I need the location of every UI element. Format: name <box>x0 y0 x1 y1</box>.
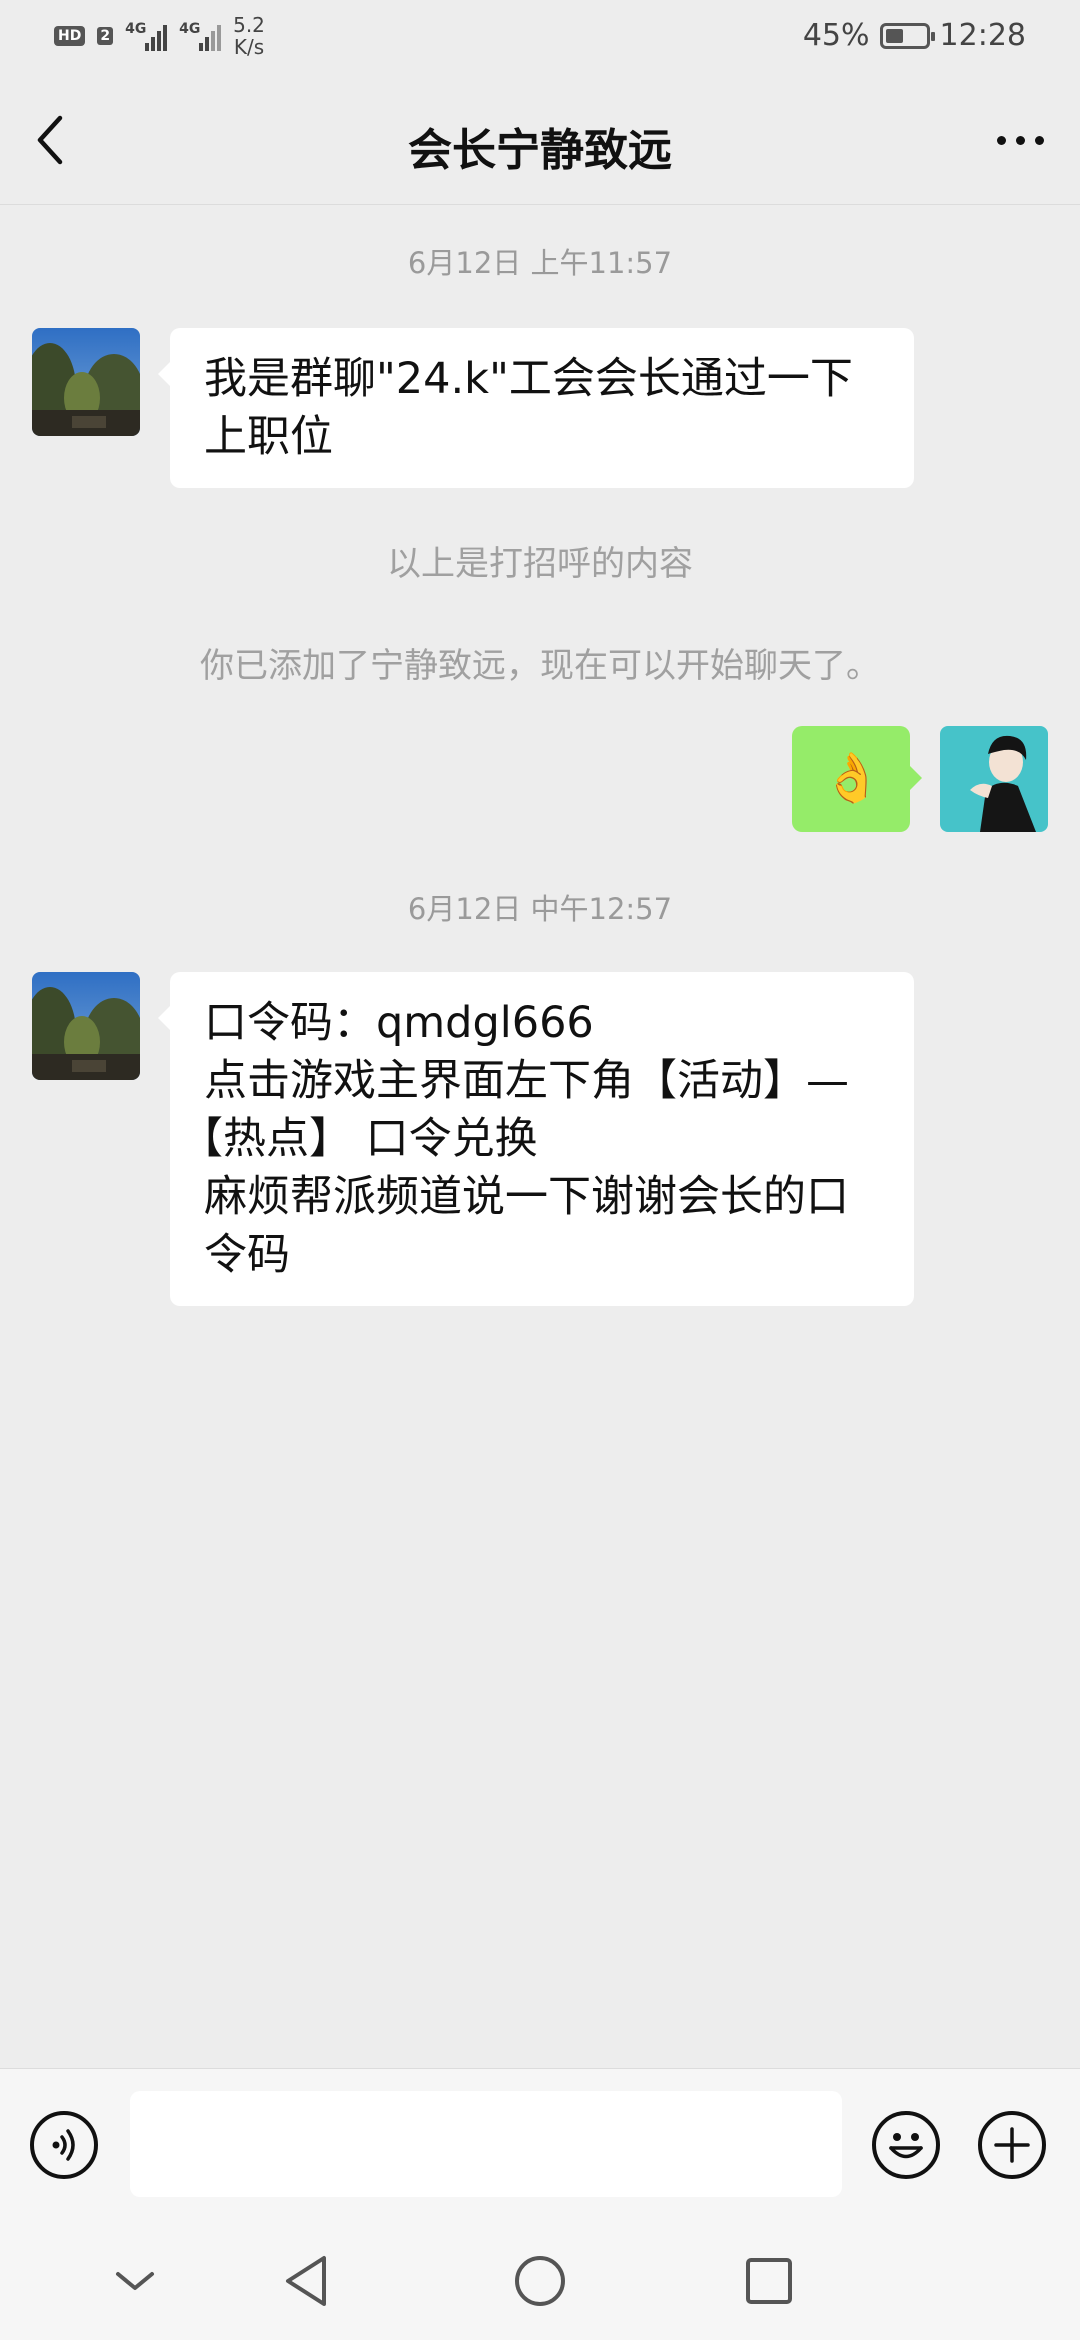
signal-icon: 4G <box>125 21 168 51</box>
nav-recents-icon[interactable] <box>734 2246 804 2316</box>
voice-icon[interactable] <box>30 2111 98 2179</box>
network-type: 4G <box>125 21 147 37</box>
battery-fill <box>885 28 903 43</box>
more-icon[interactable] <box>988 118 1052 162</box>
nav-back-icon[interactable] <box>274 2246 344 2316</box>
contact-avatar[interactable] <box>32 328 140 436</box>
message-line: 点击游戏主界面左下角【活动】— <box>204 1056 849 1106</box>
sim-badge: 2 <box>97 27 114 45</box>
message-line: 【热点】 口令兑换 <box>180 1114 538 1164</box>
timestamp: 6月12日 上午11:57 <box>407 246 673 280</box>
received-message[interactable]: 我是群聊"24.k"工会会长通过一下 上职位 <box>158 328 914 488</box>
message-line: 令码 <box>204 1230 290 1280</box>
status-bar: HD 2 4G 4G 5.2 K/s 45% 12:28 <box>0 0 1080 76</box>
sent-message[interactable]: 👌 <box>792 726 922 832</box>
system-notice: 以上是打招呼的内容 <box>387 544 693 584</box>
sent-emoji: 👌 <box>822 750 882 806</box>
battery-icon <box>879 22 935 49</box>
signal-icon-2: 4G <box>179 21 222 51</box>
status-bar-left: HD 2 4G 4G 5.2 K/s <box>54 14 265 58</box>
nav-home-icon[interactable] <box>505 2246 575 2316</box>
speed-value: 5.2 <box>233 13 265 37</box>
system-notice: 你已添加了宁静致远，现在可以开始聊天了。 <box>200 646 880 686</box>
message-line: 我是群聊"24.k"工会会长通过一下 <box>204 354 853 404</box>
speed-unit: K/s <box>233 35 265 59</box>
input-bar <box>0 2068 1080 2219</box>
message-input[interactable] <box>130 2091 842 2197</box>
plus-icon[interactable] <box>978 2111 1046 2179</box>
system-nav-bar <box>0 2218 1080 2340</box>
clock: 12:28 <box>939 18 1026 53</box>
battery-percent: 45% <box>802 18 870 53</box>
emoji-icon[interactable] <box>872 2111 940 2179</box>
user-avatar[interactable] <box>940 726 1048 832</box>
title-bar: 会长宁静致远 <box>0 76 1080 205</box>
message-line: 麻烦帮派频道说一下谢谢会长的口 <box>204 1172 849 1222</box>
status-bar-right: 45% 12:28 <box>803 18 1026 53</box>
chat-title: 会长宁静致远 <box>408 125 672 176</box>
chevron-down-icon[interactable] <box>100 2246 170 2316</box>
network-type-2: 4G <box>179 21 201 37</box>
received-message[interactable]: 口令码：qmdgl666 点击游戏主界面左下角【活动】— 【热点】 口令兑换 麻… <box>158 972 914 1306</box>
message-line: 上职位 <box>204 412 333 462</box>
message-line: 口令码：qmdgl666 <box>204 998 594 1048</box>
contact-avatar[interactable] <box>32 972 140 1080</box>
network-speed: 5.2 K/s <box>233 14 265 58</box>
timestamp: 6月12日 中午12:57 <box>407 892 673 926</box>
hd-badge: HD <box>54 26 86 46</box>
